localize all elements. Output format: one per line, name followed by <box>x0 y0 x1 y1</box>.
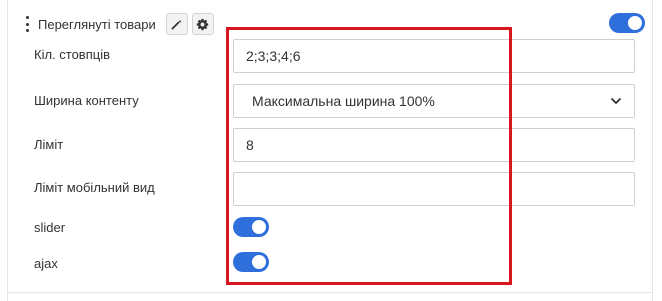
toggle-knob <box>252 255 266 269</box>
ajax-toggle[interactable] <box>233 252 269 272</box>
chevron-down-icon <box>611 98 621 104</box>
content-width-selected: Максимальна ширина 100% <box>252 93 435 109</box>
edit-button[interactable] <box>165 13 188 35</box>
limit-label: Ліміт <box>34 137 64 152</box>
module-header: Переглянуті товари <box>22 12 214 36</box>
settings-button[interactable] <box>191 13 214 35</box>
panel-divider <box>7 292 653 293</box>
limit-value: 8 <box>246 137 254 153</box>
module-enabled-toggle[interactable] <box>609 13 645 33</box>
pencil-icon <box>171 20 182 29</box>
content-width-label: Ширина контенту <box>34 93 139 108</box>
mobile-limit-label: Ліміт мобільний вид <box>34 180 155 195</box>
ajax-label: ajax <box>34 256 58 271</box>
mobile-limit-input[interactable] <box>233 172 635 206</box>
limit-input[interactable]: 8 <box>233 128 635 162</box>
drag-handle-icon[interactable] <box>22 16 32 32</box>
slider-label: slider <box>34 220 66 235</box>
gear-icon <box>197 18 209 30</box>
toggle-knob <box>628 16 642 30</box>
columns-label: Кіл. стовпців <box>34 47 110 62</box>
slider-toggle[interactable] <box>233 217 269 237</box>
columns-value: 2;3;3;4;6 <box>246 48 301 64</box>
columns-input[interactable]: 2;3;3;4;6 <box>233 39 635 73</box>
toggle-knob <box>252 220 266 234</box>
module-title: Переглянуті товари <box>38 16 156 32</box>
content-width-select[interactable]: Максимальна ширина 100% <box>233 84 635 118</box>
